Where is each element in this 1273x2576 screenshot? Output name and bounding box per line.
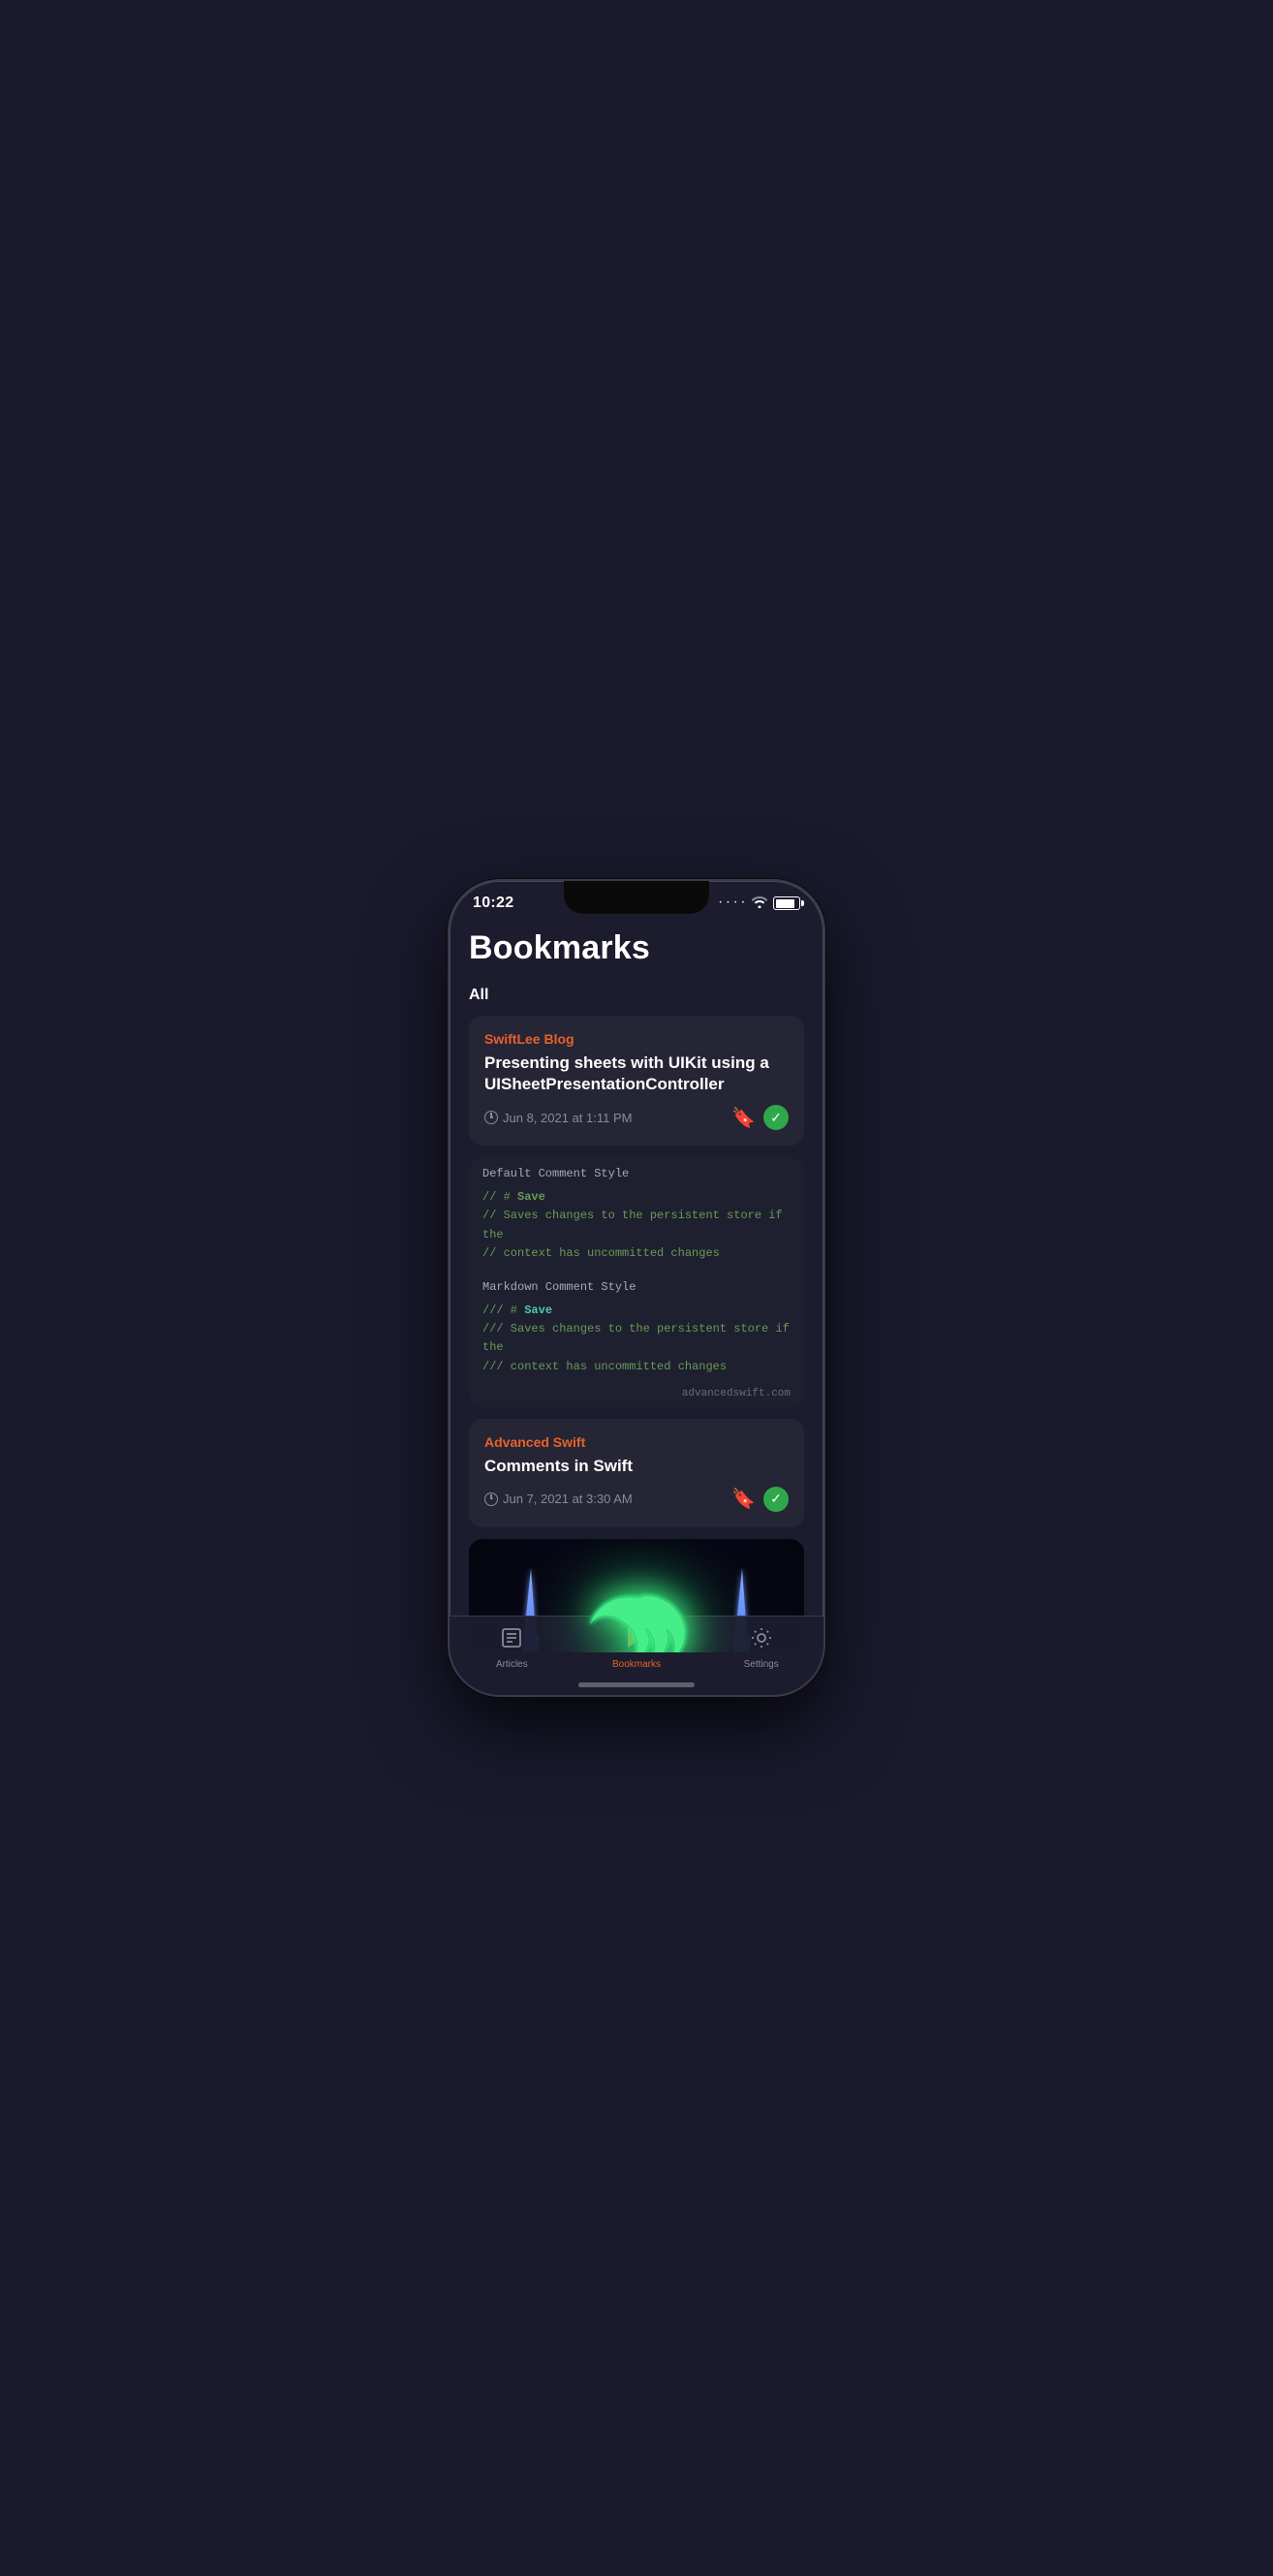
signal-dots-icon: • • • • <box>720 900 746 906</box>
code-card-domain: advancedswift.com <box>469 1384 804 1407</box>
article-card-advanced-swift[interactable]: Advanced Swift Comments in Swift Jun 7, … <box>469 1419 804 1527</box>
card-date-advanced-swift: Jun 7, 2021 at 3:30 AM <box>484 1492 633 1506</box>
bookmark-filled-icon-3[interactable]: 🔖 <box>731 1487 756 1511</box>
card-source-advanced-swift: Advanced Swift <box>484 1434 789 1450</box>
articles-tab-label: Articles <box>496 1659 528 1670</box>
status-icons: • • • • <box>720 895 800 911</box>
card-date-swiftlee: Jun 8, 2021 at 1:11 PM <box>484 1111 632 1125</box>
scroll-content[interactable]: Bookmarks All SwiftLee Blog Presenting s… <box>450 918 823 1652</box>
card-title-advanced-swift: Comments in Swift <box>484 1456 789 1477</box>
code-preview-card[interactable]: Default Comment Style // # Save // Saves… <box>469 1157 804 1407</box>
notch <box>564 881 709 914</box>
article-card-swiftlee[interactable]: SwiftLee Blog Presenting sheets with UIK… <box>469 1016 804 1146</box>
code-line-6: /// context has uncommitted changes <box>482 1358 791 1376</box>
articles-tab-icon <box>500 1626 523 1655</box>
clock-icon-1 <box>484 1111 498 1124</box>
page-title: Bookmarks <box>469 929 804 967</box>
settings-tab-icon <box>750 1626 773 1655</box>
read-check-icon-3[interactable]: ✓ <box>763 1487 789 1512</box>
default-code-block: // # Save // Saves changes to the persis… <box>469 1184 804 1271</box>
card-meta-advanced-swift: Jun 7, 2021 at 3:30 AM 🔖 ✓ <box>484 1487 789 1512</box>
code-line-1: // # Save <box>482 1188 791 1207</box>
markdown-code-block: /// # Save /// Saves changes to the pers… <box>469 1298 804 1384</box>
markdown-comment-label: Markdown Comment Style <box>469 1271 804 1298</box>
code-line-5: /// Saves changes to the persistent stor… <box>482 1320 791 1357</box>
settings-tab-label: Settings <box>744 1659 779 1670</box>
tab-settings[interactable]: Settings <box>699 1626 823 1670</box>
tab-articles[interactable]: Articles <box>450 1626 574 1670</box>
card-source-swiftlee: SwiftLee Blog <box>484 1031 789 1047</box>
section-header: All <box>469 987 804 1004</box>
code-line-3: // context has uncommitted changes <box>482 1244 791 1263</box>
card-actions-1: 🔖 ✓ <box>731 1105 789 1130</box>
card-title-swiftlee: Presenting sheets with UIKit using a UIS… <box>484 1052 789 1095</box>
battery-icon <box>773 896 800 910</box>
bookmarks-tab-label: Bookmarks <box>612 1659 661 1670</box>
home-indicator <box>578 1682 695 1687</box>
wifi-icon <box>752 895 767 911</box>
code-line-2: // Saves changes to the persistent store… <box>482 1207 791 1243</box>
default-comment-label: Default Comment Style <box>469 1157 804 1184</box>
clock-icon-3 <box>484 1492 498 1506</box>
code-line-4: /// # Save <box>482 1302 791 1320</box>
status-time: 10:22 <box>473 895 513 912</box>
swift-bird-logo <box>578 1585 695 1652</box>
phone-frame: 10:22 • • • • Bookmarks All Sw <box>448 879 825 1697</box>
bookmark-filled-icon-1[interactable]: 🔖 <box>731 1106 756 1130</box>
card-meta-swiftlee: Jun 8, 2021 at 1:11 PM 🔖 ✓ <box>484 1105 789 1130</box>
card-actions-3: 🔖 ✓ <box>731 1487 789 1512</box>
read-check-icon-1[interactable]: ✓ <box>763 1105 789 1130</box>
